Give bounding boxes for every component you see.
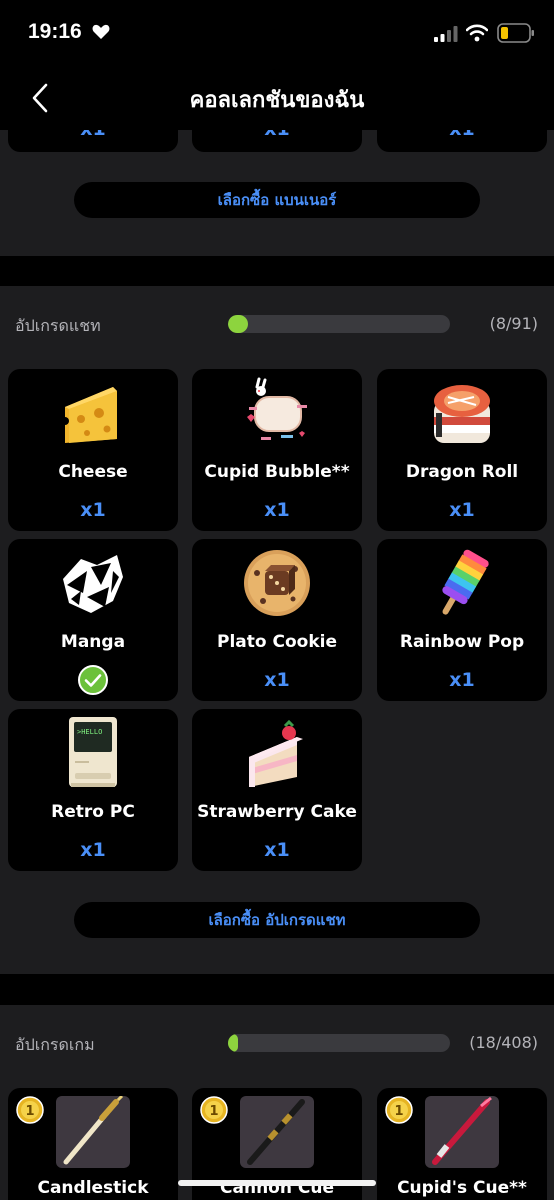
item-quantity: x1 <box>377 130 547 140</box>
item-card-rainbow-pop[interactable]: Rainbow Pop x1 <box>377 539 547 701</box>
progress-fill <box>228 315 248 333</box>
cupid-bubble-icon <box>247 377 307 440</box>
game-progress-bar <box>228 1034 450 1052</box>
item-name: Dragon Roll <box>405 462 519 482</box>
section-title: อัปเกรดเกม <box>15 1035 95 1054</box>
item-quantity: x1 <box>264 669 290 691</box>
item-card-retro-pc[interactable]: >HELLO Retro PC x1 <box>8 709 178 871</box>
svg-text:1: 1 <box>394 1104 403 1119</box>
status-time: 19:16 <box>28 20 82 43</box>
check-circle-icon <box>78 665 108 695</box>
nav-bar: คอลเลกชันของฉัน <box>0 68 554 130</box>
svg-text:1: 1 <box>209 1104 218 1119</box>
banner-card[interactable]: x1 <box>8 130 178 152</box>
item-quantity: x1 <box>449 499 475 521</box>
item-quantity: x1 <box>8 130 178 140</box>
buy-chat-upgrade-button[interactable]: เลือกซื้อ อัปเกรดแชท <box>74 902 480 938</box>
item-card-cheese[interactable]: Cheese x1 <box>8 369 178 531</box>
coin-badge-icon: 1 <box>385 1096 413 1124</box>
svg-text:1: 1 <box>25 1104 34 1119</box>
item-card-plato-cookie[interactable]: Plato Cookie x1 <box>192 539 362 701</box>
game-thumb <box>240 1096 314 1168</box>
item-name: Manga <box>60 632 126 652</box>
item-quantity: x1 <box>264 839 290 861</box>
item-card-cupids-cue[interactable]: 1 Cupid's Cue** <box>377 1088 547 1200</box>
collection-scroll[interactable]: x1 x1 x1 เลือกซื้อ แบนเนอร์ อัปเกรดแชท (… <box>0 130 554 1200</box>
chat-upgrades-section: อัปเกรดแชท (8/91) Cheese x1 Cupid Bubble… <box>0 286 554 974</box>
item-name: Candlestick <box>37 1178 149 1198</box>
banner-card[interactable]: x1 <box>377 130 547 152</box>
item-card-candlestick[interactable]: 1 Candlestick <box>8 1088 178 1200</box>
wifi-icon <box>466 24 488 42</box>
buy-banner-button[interactable]: เลือกซื้อ แบนเนอร์ <box>74 182 480 218</box>
item-name: Cupid Bubble** <box>204 462 350 482</box>
signal-icon <box>434 26 458 42</box>
page-title: คอลเลกชันของฉัน <box>189 88 365 113</box>
item-card-strawberry-cake[interactable]: Strawberry Cake x1 <box>192 709 362 871</box>
progress-count: (18/408) <box>469 1033 538 1052</box>
chat-progress-bar <box>228 315 450 333</box>
cheese-icon <box>61 387 117 443</box>
home-indicator[interactable] <box>178 1180 376 1186</box>
status-bar: 19:16 <box>0 0 554 68</box>
item-name: Retro PC <box>51 802 135 822</box>
popsicle-icon <box>442 549 489 615</box>
game-upgrades-section: อัปเกรดเกม (18/408) 1 Candlestick 1 Cann… <box>0 1005 554 1200</box>
section-title: อัปเกรดแชท <box>15 316 101 335</box>
item-name: Rainbow Pop <box>399 632 525 652</box>
progress-count: (8/91) <box>489 314 538 333</box>
cookie-icon <box>244 550 310 616</box>
cue-stick-icon <box>432 1096 492 1165</box>
item-card-manga[interactable]: Manga <box>8 539 178 701</box>
banner-card[interactable]: x1 <box>192 130 362 152</box>
heart-icon <box>92 24 110 39</box>
coin-badge-icon: 1 <box>200 1096 228 1124</box>
item-card-dragon-roll[interactable]: Dragon Roll x1 <box>377 369 547 531</box>
game-thumb <box>56 1094 130 1168</box>
svg-text:>HELLO: >HELLO <box>77 728 102 736</box>
battery-icon <box>497 23 534 43</box>
coin-badge-icon: 1 <box>16 1096 44 1124</box>
item-name: Cheese <box>58 462 128 482</box>
item-name: Plato Cookie <box>217 632 337 652</box>
item-quantity: x1 <box>192 130 362 140</box>
cue-stick-icon <box>247 1099 305 1165</box>
item-quantity: x1 <box>80 499 106 521</box>
item-quantity: x1 <box>264 499 290 521</box>
sushi-roll-icon <box>434 385 490 443</box>
cue-stick-icon <box>63 1094 124 1165</box>
retro-pc-icon: >HELLO <box>69 717 117 787</box>
game-thumb <box>425 1096 499 1168</box>
item-name: Strawberry Cake <box>197 802 357 822</box>
item-name: Cupid's Cue** <box>397 1178 527 1198</box>
manga-icon <box>63 555 123 613</box>
item-quantity: x1 <box>80 839 106 861</box>
item-quantity: x1 <box>449 669 475 691</box>
cake-icon <box>249 719 303 787</box>
progress-fill <box>228 1034 238 1052</box>
banner-section: x1 x1 x1 เลือกซื้อ แบนเนอร์ <box>0 130 554 256</box>
item-card-cupid-bubble[interactable]: Cupid Bubble** x1 <box>192 369 362 531</box>
